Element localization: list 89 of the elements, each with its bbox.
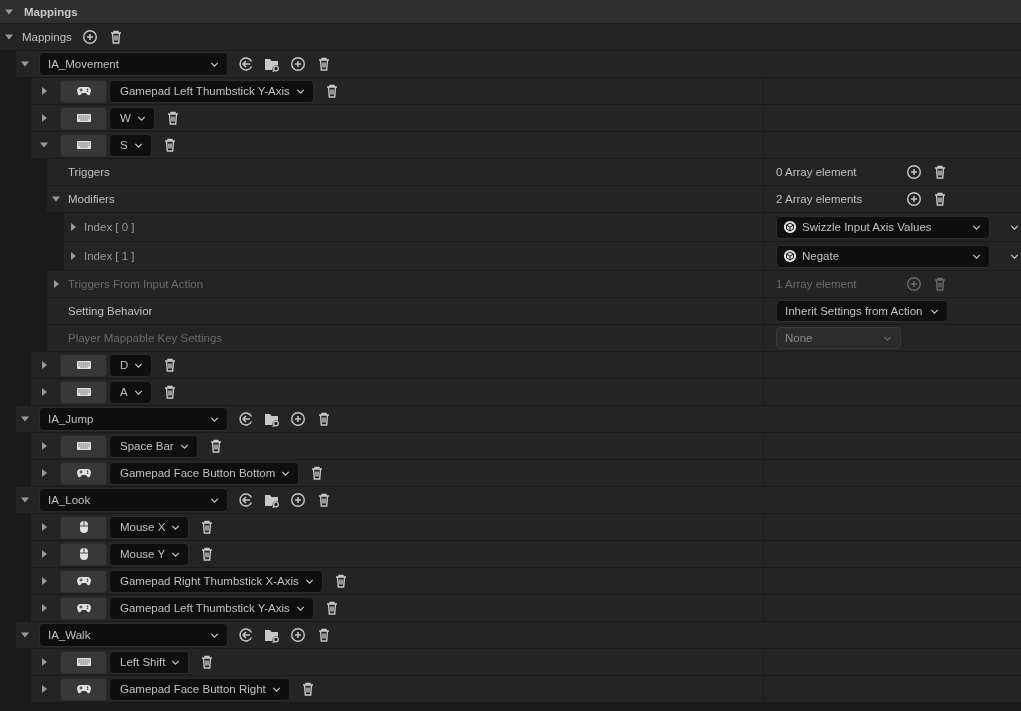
plus-circle-icon[interactable] <box>290 627 306 643</box>
caret-icon[interactable] <box>39 113 49 123</box>
caret-icon[interactable] <box>39 360 49 370</box>
caret-icon[interactable] <box>39 86 49 96</box>
input-action-dropdown[interactable]: IA_Look <box>39 488 228 512</box>
caret-icon[interactable] <box>39 576 49 586</box>
key-dropdown[interactable]: A <box>109 380 152 404</box>
trash-icon[interactable] <box>316 492 332 508</box>
caret-icon[interactable] <box>20 495 30 505</box>
key-device-button[interactable] <box>60 106 107 130</box>
caret-icon[interactable] <box>68 251 78 261</box>
arrow-left-circle-icon[interactable] <box>238 411 254 427</box>
index-label: Index [ 1 ] <box>84 250 135 262</box>
folder-search-icon[interactable] <box>264 492 280 508</box>
trash-icon[interactable] <box>932 191 948 207</box>
key-device-button[interactable] <box>60 434 107 458</box>
property-label: Setting Behavior <box>68 305 153 317</box>
caret-icon[interactable] <box>39 603 49 613</box>
key-dropdown[interactable]: Gamepad Face Button Bottom <box>109 461 300 485</box>
modifier-dropdown[interactable]: Swizzle Input Axis Values <box>776 215 990 239</box>
caret-icon[interactable] <box>4 32 14 42</box>
caret-icon[interactable] <box>39 657 49 667</box>
key-dropdown[interactable]: D <box>109 353 153 377</box>
cube-icon <box>783 220 797 234</box>
trash-icon[interactable] <box>316 56 332 72</box>
input-action-dropdown[interactable]: IA_Movement <box>39 52 228 76</box>
trash-icon[interactable] <box>316 411 332 427</box>
folder-search-icon[interactable] <box>264 627 280 643</box>
folder-search-icon[interactable] <box>264 411 280 427</box>
key-device-button[interactable] <box>60 569 107 593</box>
key-dropdown[interactable]: Gamepad Left Thumbstick Y-Axis <box>109 79 314 103</box>
modifier-dropdown[interactable]: Negate <box>776 244 990 268</box>
caret-icon[interactable] <box>20 414 30 424</box>
plus-circle-icon[interactable] <box>290 492 306 508</box>
arrow-left-circle-icon[interactable] <box>238 56 254 72</box>
key-dropdown[interactable]: Gamepad Left Thumbstick Y-Axis <box>109 596 314 620</box>
index-label: Index [ 0 ] <box>84 221 135 233</box>
input-action-dropdown[interactable]: IA_Jump <box>39 407 228 431</box>
plus-circle-icon[interactable] <box>290 56 306 72</box>
key-device-button[interactable] <box>60 596 107 620</box>
array-count: 1 Array element <box>776 278 858 290</box>
trash-icon[interactable] <box>932 164 948 180</box>
plus-circle-icon[interactable] <box>906 164 922 180</box>
trash-icon[interactable] <box>316 627 332 643</box>
key-device-button[interactable] <box>60 515 107 539</box>
key-device-button[interactable] <box>60 380 107 404</box>
input-action-dropdown[interactable]: IA_Walk <box>39 623 228 647</box>
folder-search-icon[interactable] <box>264 56 280 72</box>
array-count: 2 Array elements <box>776 193 864 205</box>
arrow-left-circle-icon[interactable] <box>238 492 254 508</box>
key-device-button[interactable] <box>60 677 107 701</box>
key-device-button[interactable] <box>60 79 107 103</box>
key-device-button[interactable] <box>60 133 107 157</box>
caret-icon[interactable] <box>39 684 49 694</box>
caret-icon[interactable] <box>39 549 49 559</box>
key-dropdown[interactable]: Gamepad Right Thumbstick X-Axis <box>109 569 323 593</box>
property-label: Player Mappable Key Settings <box>68 332 223 344</box>
property-label: Modifiers <box>68 193 115 205</box>
caret-icon[interactable] <box>39 468 49 478</box>
caret-icon[interactable] <box>20 59 30 69</box>
key-dropdown[interactable]: Gamepad Face Button Right <box>109 677 290 701</box>
section-title: Mappings <box>24 5 78 18</box>
caret-icon[interactable] <box>68 222 78 232</box>
caret-icon[interactable] <box>39 140 49 150</box>
plus-circle-icon[interactable] <box>906 191 922 207</box>
property-label: Mappings <box>22 31 72 43</box>
caret-icon[interactable] <box>39 387 49 397</box>
array-count: 0 Array element <box>776 166 858 178</box>
caret-icon[interactable] <box>39 441 49 451</box>
key-dropdown[interactable]: S <box>109 133 152 157</box>
key-device-button[interactable] <box>60 650 107 674</box>
key-dropdown[interactable]: Left Shift <box>109 650 190 674</box>
property-label: Triggers From Input Action <box>68 278 204 290</box>
plus-circle-icon[interactable] <box>81 29 98 45</box>
cube-icon <box>783 249 797 263</box>
key-device-button[interactable] <box>60 461 107 485</box>
arrow-left-circle-icon[interactable] <box>238 627 254 643</box>
plus-circle-icon[interactable] <box>290 411 306 427</box>
key-device-button[interactable] <box>60 542 107 566</box>
value-dropdown[interactable]: Inherit Settings from Action <box>776 300 949 322</box>
property-label: Triggers <box>68 166 110 178</box>
key-dropdown[interactable]: Space Bar <box>109 434 198 458</box>
caret-icon[interactable] <box>51 194 61 204</box>
caret-icon[interactable] <box>39 522 49 532</box>
key-dropdown[interactable]: Mouse X <box>109 515 190 539</box>
key-dropdown[interactable]: Mouse Y <box>109 542 190 566</box>
key-dropdown[interactable]: W <box>109 106 155 130</box>
key-device-button[interactable] <box>60 353 107 377</box>
caret-icon[interactable] <box>20 630 30 640</box>
